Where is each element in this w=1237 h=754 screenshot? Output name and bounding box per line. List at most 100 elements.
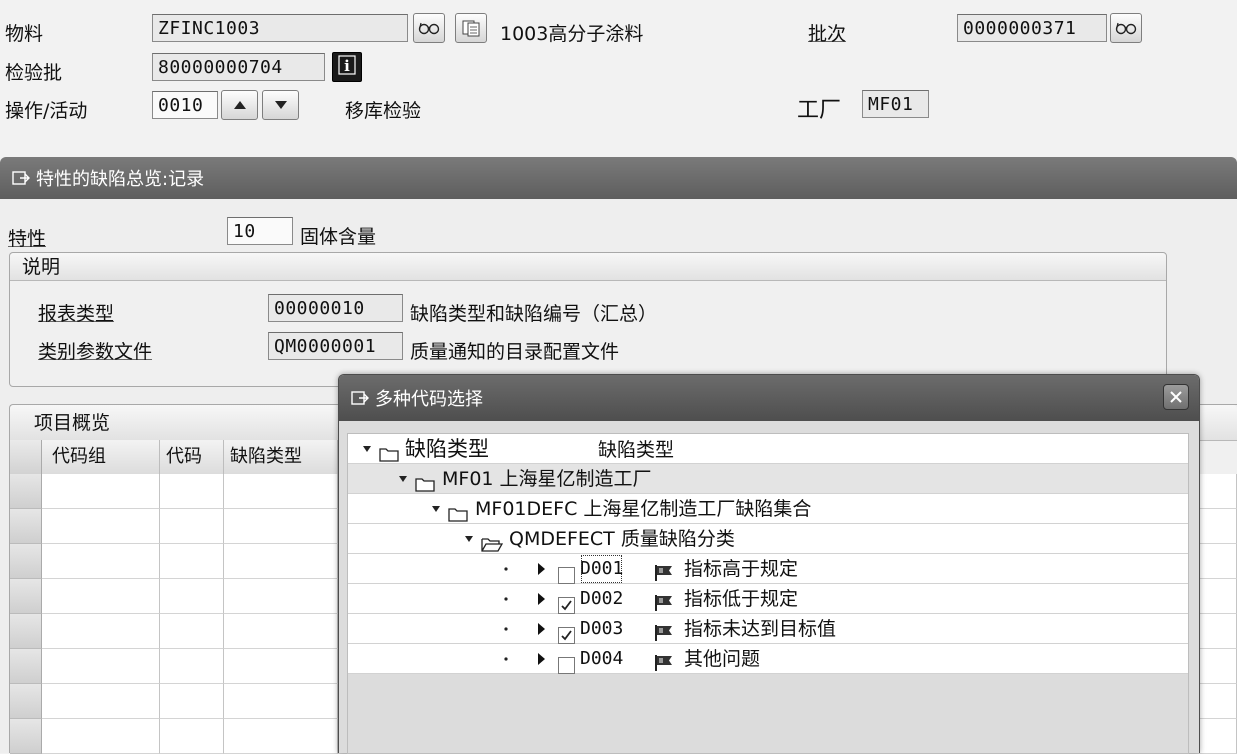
tree-empty-area <box>348 674 1188 753</box>
tree-root-description: 缺陷类型 <box>598 439 675 461</box>
glasses-icon <box>418 21 440 35</box>
table-cell[interactable] <box>42 719 160 754</box>
checkmark-icon <box>561 600 572 611</box>
table-cell[interactable] <box>224 474 338 509</box>
table-cell[interactable] <box>224 544 338 579</box>
table-cell[interactable] <box>160 649 224 684</box>
tree-root-label: 缺陷类型 <box>405 437 489 461</box>
tree-code-item[interactable]: D004 其他问题 <box>348 644 1188 674</box>
table-cell[interactable] <box>42 649 160 684</box>
row-selector[interactable] <box>10 649 42 684</box>
column-code[interactable]: 代码 <box>160 440 224 474</box>
defects-panel-title: 特性的缺陷总览:记录 <box>36 169 205 190</box>
characteristic-description: 固体含量 <box>300 226 377 248</box>
table-cell[interactable] <box>224 614 338 649</box>
svg-text:i: i <box>344 57 350 75</box>
operation-field[interactable]: 0010 <box>152 91 218 119</box>
panel-toggle-icon[interactable] <box>12 170 30 186</box>
inspection-lot-label: 检验批 <box>5 62 63 84</box>
table-cell[interactable] <box>224 719 338 754</box>
code-text: 指标高于规定 <box>684 558 799 580</box>
tree-defect-group-label: QMDEFECT 质量缺陷分类 <box>509 528 735 550</box>
table-cell[interactable] <box>224 509 338 544</box>
table-cell[interactable] <box>160 579 224 614</box>
material-description: 1003高分子涂料 <box>500 23 644 45</box>
catalog-profile-label: 类别参数文件 <box>38 341 153 363</box>
tree-node-defect-set[interactable]: MF01DEFC 上海星亿制造工厂缺陷集合 <box>348 494 1188 524</box>
material-match-button[interactable] <box>413 13 445 43</box>
table-cell[interactable] <box>42 579 160 614</box>
explanation-group-title: 说明 <box>10 253 1166 281</box>
table-cell[interactable] <box>224 649 338 684</box>
previous-operation-button[interactable] <box>221 90 258 120</box>
table-cell[interactable] <box>42 614 160 649</box>
characteristic-label: 特性 <box>8 228 47 250</box>
triangle-down-icon <box>274 100 288 110</box>
table-cell[interactable] <box>160 474 224 509</box>
table-cell[interactable] <box>160 684 224 719</box>
table-cell[interactable] <box>160 719 224 754</box>
material-display-button[interactable] <box>455 13 487 43</box>
panel-toggle-icon <box>351 390 369 406</box>
code-text: 指标低于规定 <box>684 588 799 610</box>
table-cell[interactable] <box>224 684 338 719</box>
table-cell[interactable] <box>160 544 224 579</box>
catalog-profile-field[interactable]: QM0000001 <box>268 332 403 360</box>
material-label: 物料 <box>5 23 44 45</box>
code-value: D002 <box>580 588 624 609</box>
catalog-profile-description: 质量通知的目录配置文件 <box>410 341 620 363</box>
plant-field[interactable]: MF01 <box>862 90 929 118</box>
table-cell[interactable] <box>160 509 224 544</box>
table-cell[interactable] <box>42 474 160 509</box>
operation-label: 操作/活动 <box>5 100 88 122</box>
tree-defect-set-label: MF01DEFC 上海星亿制造工厂缺陷集合 <box>475 498 812 520</box>
code-value: D003 <box>580 618 624 639</box>
table-cell[interactable] <box>42 509 160 544</box>
code-text: 指标未达到目标值 <box>684 618 837 640</box>
batch-label: 批次 <box>808 23 847 45</box>
plant-label: 工厂 <box>797 98 842 123</box>
batch-match-button[interactable] <box>1110 13 1142 43</box>
row-selector[interactable] <box>10 684 42 719</box>
column-defect-type[interactable]: 缺陷类型 <box>224 440 338 474</box>
batch-field[interactable]: 0000000371 <box>957 14 1107 42</box>
table-cell[interactable] <box>42 684 160 719</box>
dialog-close-button[interactable] <box>1163 384 1189 410</box>
tree-code-item[interactable]: D001 指标高于规定 <box>348 554 1188 584</box>
defects-panel-header: 特性的缺陷总览:记录 <box>0 157 1237 199</box>
code-text: 其他问题 <box>684 648 761 670</box>
table-cell[interactable] <box>224 579 338 614</box>
dialog-title-bar: 多种代码选择 <box>339 375 1199 421</box>
table-cell[interactable] <box>160 614 224 649</box>
multiple-code-selection-dialog: 多种代码选择 缺陷类型 缺陷类型 MF01 上海星亿制造工厂 MF01DEFC … <box>338 374 1200 754</box>
dialog-title: 多种代码选择 <box>375 389 483 410</box>
material-field[interactable]: ZFINC1003 <box>152 14 408 42</box>
row-selector[interactable] <box>10 474 42 509</box>
tree-plant-label: MF01 上海星亿制造工厂 <box>442 468 652 490</box>
table-select-all[interactable] <box>10 440 42 474</box>
report-type-label: 报表类型 <box>38 303 115 325</box>
table-cell[interactable] <box>42 544 160 579</box>
report-type-field[interactable]: 00000010 <box>268 294 403 322</box>
document-icon <box>462 19 480 37</box>
code-tree: 缺陷类型 缺陷类型 MF01 上海星亿制造工厂 MF01DEFC 上海星亿制造工… <box>347 433 1189 754</box>
inspection-lot-info-button[interactable]: i <box>332 52 362 82</box>
row-selector[interactable] <box>10 614 42 649</box>
tree-code-item[interactable]: D002 指标低于规定 <box>348 584 1188 614</box>
inspection-lot-field[interactable]: 80000000704 <box>152 53 325 81</box>
report-type-description: 缺陷类型和缺陷编号（汇总） <box>410 303 658 325</box>
tree-node-root[interactable]: 缺陷类型 缺陷类型 <box>348 434 1188 464</box>
row-selector[interactable] <box>10 544 42 579</box>
tree-code-item[interactable]: D003 指标未达到目标值 <box>348 614 1188 644</box>
code-value: D004 <box>580 648 624 669</box>
row-selector[interactable] <box>10 719 42 754</box>
column-code-group[interactable]: 代码组 <box>42 440 160 474</box>
row-selector[interactable] <box>10 579 42 614</box>
tree-node-plant[interactable]: MF01 上海星亿制造工厂 <box>348 464 1188 494</box>
tree-node-defect-group[interactable]: QMDEFECT 质量缺陷分类 <box>348 524 1188 554</box>
glasses-icon <box>1115 21 1137 35</box>
row-selector[interactable] <box>10 509 42 544</box>
characteristic-field[interactable]: 10 <box>227 217 293 245</box>
close-icon <box>1170 386 1182 408</box>
next-operation-button[interactable] <box>262 90 299 120</box>
